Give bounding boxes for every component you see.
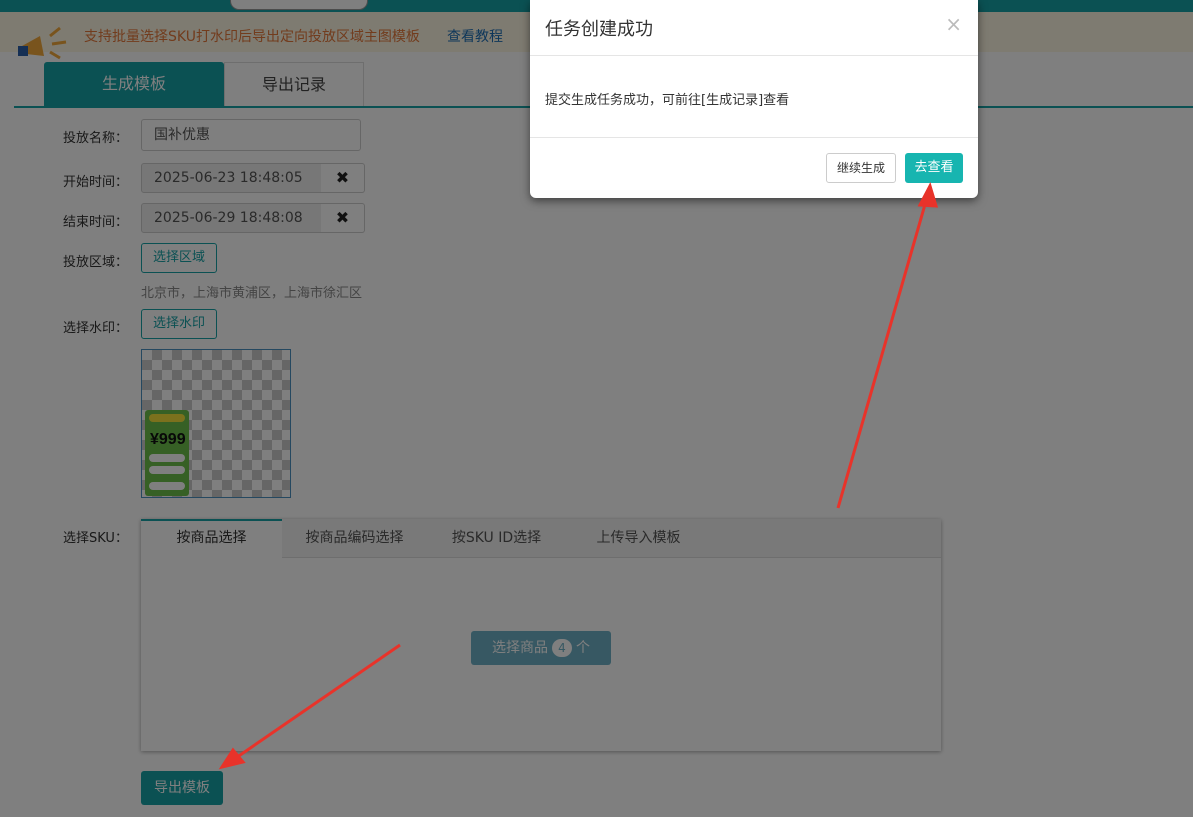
modal-message: 提交生成任务成功，可前往[生成记录]查看 — [545, 93, 790, 108]
modal-divider — [530, 55, 978, 56]
modal-divider — [530, 137, 978, 138]
close-icon[interactable]: × — [945, 12, 962, 36]
go-view-button[interactable]: 去查看 — [905, 153, 963, 183]
continue-generate-button[interactable]: 继续生成 — [826, 153, 896, 183]
success-modal: 任务创建成功 × 提交生成任务成功，可前往[生成记录]查看 继续生成 去查看 — [530, 0, 978, 198]
modal-title: 任务创建成功 — [545, 19, 653, 40]
